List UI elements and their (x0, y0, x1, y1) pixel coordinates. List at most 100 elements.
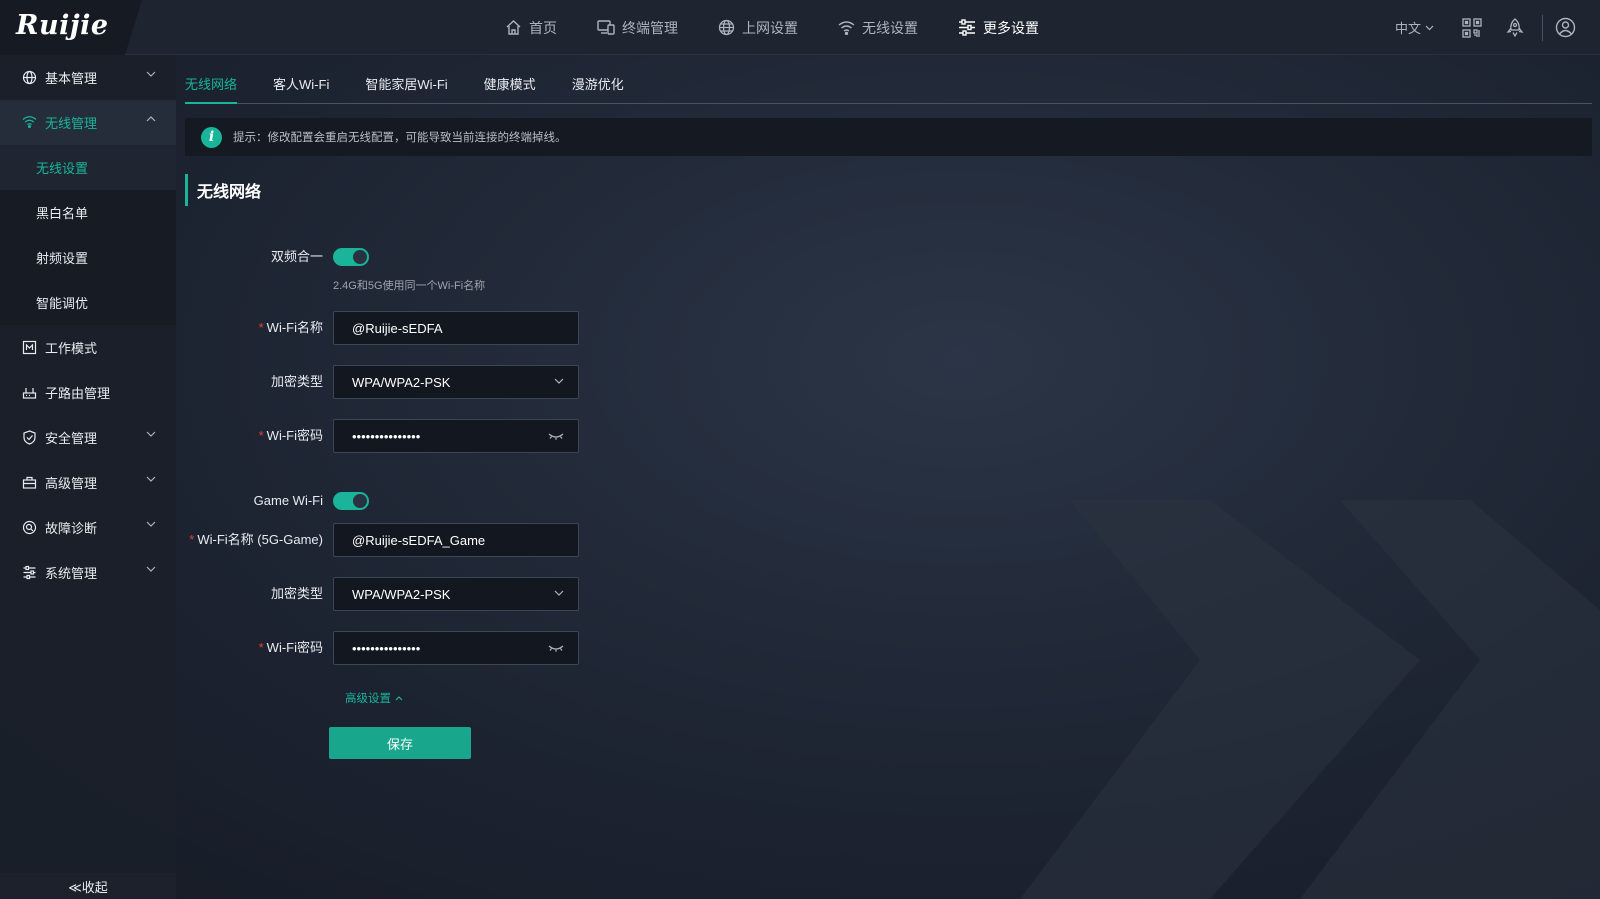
sidebar-collapse-button[interactable]: ≪收起 (0, 873, 176, 899)
sidebar-item-wireless[interactable]: 无线管理 (0, 100, 176, 145)
wifi-password-label-text: Wi-Fi密码 (266, 428, 323, 443)
user-account-button[interactable] (1555, 17, 1576, 38)
notification-button[interactable] (1506, 17, 1524, 38)
game-encryption-value: WPA/WPA2-PSK (352, 586, 451, 602)
game-password-value: ••••••••••••••• (352, 640, 421, 656)
nav-home[interactable]: 首页 (505, 18, 557, 38)
globe-icon (22, 70, 37, 85)
advanced-settings-label: 高级设置 (345, 693, 391, 705)
sidebar-item-basic[interactable]: 基本管理 (0, 55, 176, 100)
sidebar-item-security[interactable]: 安全管理 (0, 415, 176, 460)
game-wifi-toggle[interactable] (333, 492, 369, 510)
game-wifi-name-row: * Wi-Fi名称 (5G-Game) @Ruijie-sEDFA_Game (185, 523, 785, 557)
devices-icon (597, 20, 615, 35)
game-wifi-name-value: @Ruijie-sEDFA_Game (352, 532, 486, 548)
sidebar-item-work-mode[interactable]: 工作模式 (0, 325, 176, 370)
required-mark: * (258, 428, 264, 443)
game-wifi-row: Game Wi-Fi (185, 484, 785, 518)
wifi-name-value: @Ruijie-sEDFA (352, 320, 443, 336)
sidebar-subitem-smart-tuning[interactable]: 智能调优 (0, 280, 176, 325)
nav-internet[interactable]: 上网设置 (718, 18, 798, 38)
toggle-knob (353, 494, 367, 508)
sidebar: 基本管理 无线管理 无线设置 黑白名单 射频设置 智能调优 工作模式 子路由管理… (0, 55, 176, 899)
sidebar-subitem-blacklist[interactable]: 黑白名单 (0, 190, 176, 235)
wifi-name-label-text: Wi-Fi名称 (266, 320, 323, 335)
settings-sliders-icon (959, 19, 975, 36)
advanced-settings-link[interactable]: 高级设置 (345, 690, 403, 706)
game-encryption-select[interactable]: WPA/WPA2-PSK (333, 577, 579, 611)
sidebar-subitem-radio[interactable]: 射频设置 (0, 235, 176, 280)
toggle-knob (353, 250, 367, 264)
eye-closed-icon[interactable] (548, 644, 564, 652)
dual-band-toggle[interactable] (333, 248, 369, 266)
chevron-down-icon (1425, 25, 1434, 30)
game-password-row: * Wi-Fi密码 ••••••••••••••• (185, 631, 785, 665)
dual-band-label: 双频合一 (270, 249, 323, 264)
encryption-value: WPA/WPA2-PSK (352, 374, 451, 390)
sidebar-submenu-wireless: 无线设置 黑白名单 射频设置 智能调优 (0, 145, 176, 325)
required-mark: * (258, 640, 264, 655)
nav-more-settings-label: 更多设置 (983, 19, 1039, 36)
wifi-password-label: * Wi-Fi密码 (259, 419, 323, 453)
tab-wireless-network[interactable]: 无线网络 (185, 74, 238, 104)
chevron-up-icon (146, 116, 156, 122)
game-encryption-label: 加密类型 (270, 586, 323, 601)
tab-health-mode[interactable]: 健康模式 (484, 74, 536, 103)
chevron-down-icon (146, 476, 156, 482)
language-select[interactable]: 中文 (1395, 18, 1434, 37)
top-bar: Ruijie 首页 终端管理 上网设置 无线设置 更多设置 中文 (0, 0, 1600, 55)
sidebar-item-system[interactable]: 系统管理 (0, 550, 176, 595)
chevron-down-icon (554, 590, 564, 596)
brand-logo[interactable]: Ruijie (16, 10, 109, 41)
sidebar-item-label: 工作模式 (45, 341, 98, 356)
main-nav: 首页 终端管理 上网设置 无线设置 更多设置 (505, 0, 1079, 55)
language-label: 中文 (1394, 21, 1421, 36)
home-icon (506, 20, 521, 35)
diagnose-icon (22, 520, 37, 535)
tab-smart-home-wifi[interactable]: 智能家居Wi-Fi (365, 74, 447, 103)
sidebar-item-diagnose[interactable]: 故障诊断 (0, 505, 176, 550)
toolbar-divider (1542, 14, 1543, 41)
game-wifi-name-input[interactable]: @Ruijie-sEDFA_Game (333, 523, 579, 557)
section-title: 无线网络 (185, 174, 1592, 206)
encryption-select[interactable]: WPA/WPA2-PSK (333, 365, 579, 399)
top-right-tools: 中文 (1395, 0, 1600, 55)
rocket-icon (1506, 17, 1524, 37)
chevron-down-icon (554, 378, 564, 384)
toolbox-icon (22, 475, 37, 490)
game-wifi-name-label-text: Wi-Fi名称 (5G-Game) (197, 532, 323, 547)
game-password-label-text: Wi-Fi密码 (266, 640, 323, 655)
sidebar-item-label: 基本管理 (45, 71, 98, 86)
wifi-password-input[interactable]: ••••••••••••••• (333, 419, 579, 453)
wifi-icon (838, 21, 855, 35)
qr-code-icon (1462, 17, 1482, 38)
tab-guest-wifi[interactable]: 客人Wi-Fi (273, 74, 329, 103)
nav-wireless-label: 无线设置 (862, 19, 918, 36)
tab-bar: 无线网络 客人Wi-Fi 智能家居Wi-Fi 健康模式 漫游优化 (185, 55, 1592, 104)
info-icon: i (201, 126, 222, 148)
chevron-down-icon (146, 431, 156, 437)
game-wifi-name-label: * Wi-Fi名称 (5G-Game) (189, 523, 323, 557)
sidebar-subitem-wireless-settings[interactable]: 无线设置 (0, 145, 176, 190)
wifi-name-label: * Wi-Fi名称 (259, 311, 323, 345)
nav-wireless[interactable]: 无线设置 (838, 18, 918, 38)
nav-devices[interactable]: 终端管理 (597, 18, 678, 38)
save-button[interactable]: 保存 (329, 727, 471, 759)
encryption-label: 加密类型 (270, 374, 323, 389)
required-mark: * (189, 532, 195, 547)
sidebar-item-label: 子路由管理 (45, 386, 111, 401)
game-password-label: * Wi-Fi密码 (259, 631, 323, 665)
eye-closed-icon[interactable] (548, 432, 564, 440)
sidebar-item-advanced[interactable]: 高级管理 (0, 460, 176, 505)
sidebar-item-sub-router[interactable]: 子路由管理 (0, 370, 176, 415)
tab-roaming[interactable]: 漫游优化 (572, 74, 624, 103)
encryption-row: 加密类型 WPA/WPA2-PSK (185, 365, 785, 399)
mode-icon (22, 340, 37, 355)
game-password-input[interactable]: ••••••••••••••• (333, 631, 579, 665)
nav-more-settings[interactable]: 更多设置 (958, 18, 1039, 38)
wireless-form: 双频合一 2.4G和5G使用同一个Wi-Fi名称 * Wi-Fi名称 @Ruiji… (185, 206, 1592, 806)
sidebar-item-label: 系统管理 (45, 566, 98, 581)
qr-code-button[interactable] (1462, 17, 1482, 38)
wifi-name-input[interactable]: @Ruijie-sEDFA (333, 311, 579, 345)
wifi-icon (22, 115, 37, 130)
